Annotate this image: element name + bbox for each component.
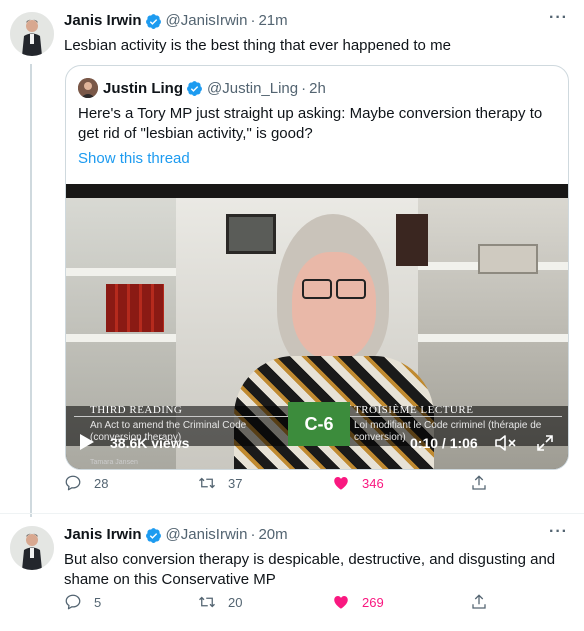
fullscreen-icon[interactable] <box>536 434 554 452</box>
separator-dot: · <box>301 79 307 97</box>
ellipsis-icon: ··· <box>549 9 568 26</box>
glasses <box>302 279 332 299</box>
quoted-avatar <box>78 78 98 98</box>
thread-line <box>30 64 32 517</box>
shelf <box>66 268 176 276</box>
books <box>106 284 164 332</box>
books <box>396 214 428 266</box>
video-timecode: 0:10 / 1:06 <box>410 435 478 451</box>
author-handle[interactable]: @JanisIrwin <box>166 11 248 31</box>
retweet-count: 20 <box>228 594 243 610</box>
share-button[interactable] <box>470 593 500 611</box>
bill-badge: C-6 <box>288 402 350 446</box>
quoted-tweet-text: Here's a Tory MP just straight up asking… <box>78 105 543 142</box>
retweet-button[interactable]: 37 <box>198 474 242 492</box>
tweet[interactable]: Janis Irwin @JanisIrwin · 20m ··· But al… <box>0 513 584 631</box>
tweet-text: Lesbian activity is the best thing that … <box>64 37 451 54</box>
retweet-button[interactable]: 20 <box>198 593 242 611</box>
retweet-icon <box>199 596 215 608</box>
retweet-count: 37 <box>228 475 243 491</box>
tweet-text: But also conversion therapy is despicabl… <box>64 551 556 588</box>
tweet-time[interactable]: 21m <box>258 11 287 31</box>
separator-dot: · <box>250 12 256 29</box>
video-stream-bar <box>66 184 568 198</box>
video-player[interactable]: THIRD READING An Act to amend the Crimin… <box>66 184 568 469</box>
lower-third-rule <box>74 416 288 417</box>
mute-icon[interactable] <box>494 434 518 452</box>
framed-picture <box>478 244 538 274</box>
reply-count: 28 <box>94 475 109 491</box>
separator-dot: · <box>250 526 256 543</box>
tweet-header: Janis Irwin @JanisIrwin · 21m <box>64 11 288 31</box>
author-name[interactable]: Janis Irwin <box>64 11 142 31</box>
tweet[interactable]: Janis Irwin @JanisIrwin · 21m ··· Lesbia… <box>0 0 584 517</box>
quoted-author-handle: @Justin_Ling <box>207 79 299 97</box>
framed-picture <box>226 214 276 254</box>
tweet-header: Janis Irwin @JanisIrwin · 20m <box>64 525 288 545</box>
reply-icon <box>65 594 81 610</box>
like-count: 346 <box>362 475 384 491</box>
reply-icon <box>65 475 81 491</box>
author-handle[interactable]: @JanisIrwin <box>166 525 248 545</box>
lower-third-rule <box>350 416 562 417</box>
like-button[interactable]: 269 <box>332 593 384 611</box>
avatar[interactable] <box>10 526 54 570</box>
more-options-button[interactable]: ··· <box>549 523 568 541</box>
retweet-icon <box>199 477 215 489</box>
heart-icon <box>334 477 348 490</box>
quoted-tweet-time: 2h <box>309 79 326 97</box>
heart-icon <box>334 596 348 609</box>
lower-third-title-fr: TROISIÈME LECTURE <box>354 404 474 416</box>
tweet-time[interactable]: 20m <box>258 525 287 545</box>
shelf <box>418 334 568 342</box>
like-button[interactable]: 346 <box>332 474 384 492</box>
reply-button[interactable]: 28 <box>64 474 108 492</box>
verified-badge-icon <box>145 13 161 29</box>
author-name[interactable]: Janis Irwin <box>64 525 142 545</box>
more-options-button[interactable]: ··· <box>549 9 568 27</box>
share-icon <box>472 594 486 609</box>
shelf <box>66 334 176 342</box>
speaker-face <box>292 252 376 360</box>
verified-badge-icon <box>145 527 161 543</box>
quoted-author-name: Justin Ling <box>103 79 183 97</box>
like-count: 269 <box>362 594 384 610</box>
speaker-name: Tamara Jansen <box>90 459 138 466</box>
show-thread-link[interactable]: Show this thread <box>78 150 190 167</box>
ellipsis-icon: ··· <box>549 523 568 540</box>
quoted-tweet-header: Justin Ling @Justin_Ling · 2h <box>78 78 326 98</box>
glasses <box>336 279 366 299</box>
verified-badge-icon <box>187 80 202 96</box>
reply-button[interactable]: 5 <box>64 593 101 611</box>
share-button[interactable] <box>470 474 500 492</box>
reply-count: 5 <box>94 594 102 610</box>
lower-third-title-en: THIRD READING <box>90 404 183 416</box>
play-icon[interactable] <box>80 434 94 450</box>
view-count: 38.6K views <box>110 435 190 451</box>
share-icon <box>472 475 486 490</box>
quoted-tweet[interactable]: Justin Ling @Justin_Ling · 2h Here's a T… <box>65 65 569 470</box>
avatar[interactable] <box>10 12 54 56</box>
